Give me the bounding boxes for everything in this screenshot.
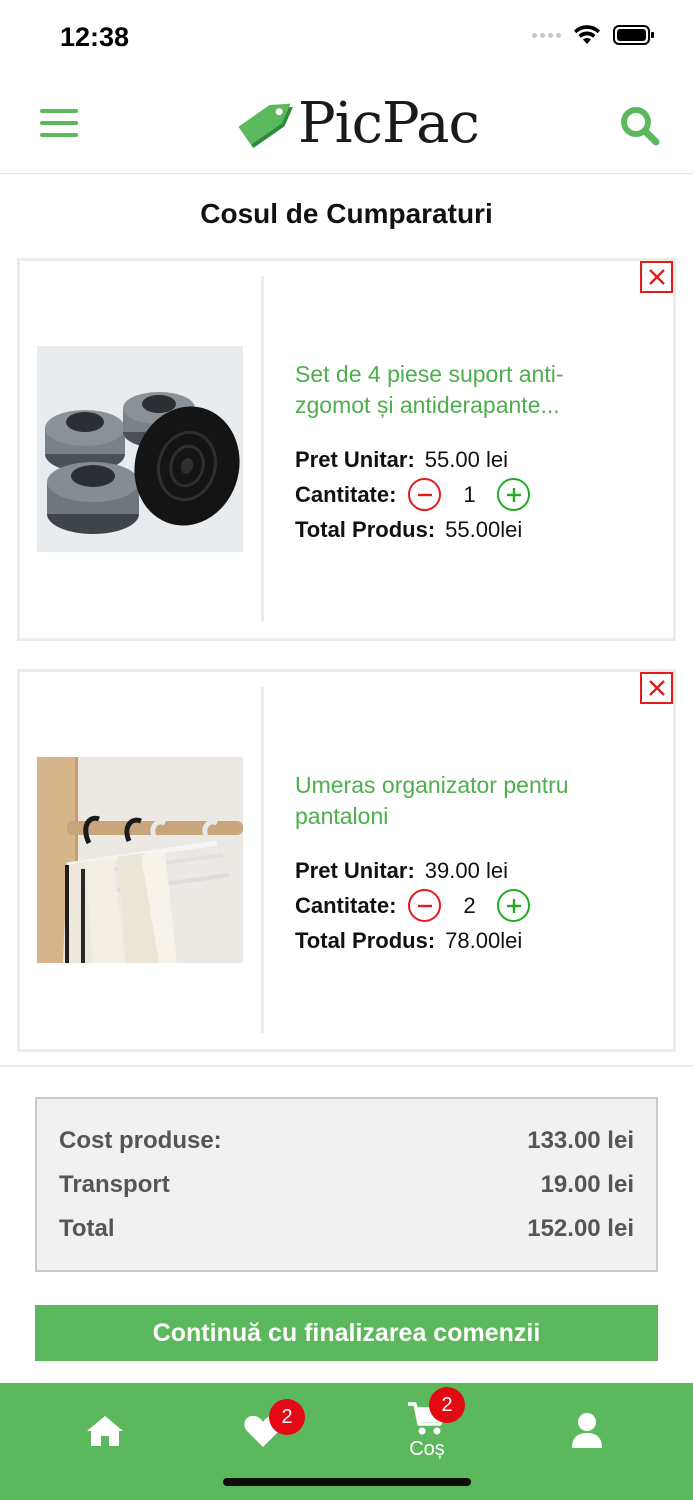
unit-price-label: Pret Unitar: <box>295 446 415 472</box>
product-info: Set de 4 piese suport anti- zgomot și an… <box>295 359 655 547</box>
tab-cart-label: Coș <box>409 1438 445 1460</box>
minus-icon <box>417 904 432 907</box>
tab-favorites[interactable]: 2 <box>203 1383 323 1478</box>
quantity-label: Cantitate: <box>295 481 397 507</box>
home-icon <box>87 1415 123 1446</box>
product-name[interactable]: Set de 4 piese suport anti- zgomot și an… <box>295 359 655 421</box>
cart-item: Umeras organizator pentru pantaloni Pret… <box>17 669 676 1052</box>
unit-price-row: Pret Unitar: 39.00 lei <box>295 853 655 888</box>
products-cost-value: 133.00 lei <box>527 1127 634 1154</box>
battery-icon <box>613 25 654 45</box>
quantity-row: Cantitate: 2 <box>295 888 655 923</box>
total-row: Total 152.00 lei <box>59 1207 634 1251</box>
product-total-label: Total Produs: <box>295 516 436 542</box>
plus-icon <box>506 487 521 502</box>
user-icon <box>572 1412 602 1448</box>
decrease-quantity-button[interactable] <box>408 478 442 511</box>
status-icons <box>532 24 655 46</box>
tab-account[interactable] <box>527 1383 647 1478</box>
search-icon[interactable] <box>619 105 661 147</box>
minus-icon <box>417 493 432 496</box>
favorites-badge: 2 <box>269 1399 305 1435</box>
product-total-row: Total Produs: 78.00lei <box>295 923 655 958</box>
product-total-value: 55.00lei <box>445 516 523 542</box>
signal-icon <box>532 32 561 38</box>
product-total-row: Total Produs: 55.00lei <box>295 512 655 547</box>
unit-price-row: Pret Unitar: 55.00 lei <box>295 442 655 477</box>
remove-item-button[interactable] <box>640 261 673 293</box>
quantity-label: Cantitate: <box>295 892 397 918</box>
quantity-value: 1 <box>463 481 476 507</box>
tab-home[interactable] <box>45 1383 165 1478</box>
tab-cart[interactable]: Coș 2 <box>367 1383 487 1478</box>
menu-icon[interactable] <box>40 109 78 137</box>
unit-price-value: 39.00 lei <box>424 857 508 883</box>
increase-quantity-button[interactable] <box>497 889 531 922</box>
card-divider <box>261 687 264 1033</box>
total-label: Total <box>59 1215 115 1242</box>
product-name-line: Umeras organizator pentru <box>295 772 569 798</box>
quantity-row: Cantitate: 1 <box>295 477 655 512</box>
status-bar: 12:38 <box>0 0 693 75</box>
close-icon <box>648 680 665 696</box>
quantity-value: 2 <box>463 892 476 918</box>
wifi-icon <box>574 25 600 44</box>
product-name[interactable]: Umeras organizator pentru pantaloni <box>295 770 655 832</box>
plus-icon <box>506 898 521 913</box>
increase-quantity-button[interactable] <box>497 478 531 511</box>
unit-price-value: 55.00 lei <box>424 446 508 472</box>
product-name-line: pantaloni <box>295 803 389 829</box>
product-image[interactable] <box>37 757 243 963</box>
product-image[interactable] <box>37 346 243 552</box>
products-cost-label: Cost produse: <box>59 1127 222 1154</box>
logo-text: PicPac <box>298 90 480 156</box>
status-time: 12:38 <box>60 22 130 52</box>
decrease-quantity-button[interactable] <box>408 889 442 922</box>
remove-item-button[interactable] <box>640 672 673 704</box>
app-header: PicPac <box>0 75 693 174</box>
product-total-label: Total Produs: <box>295 927 436 953</box>
transport-value: 19.00 lei <box>540 1171 634 1198</box>
logo[interactable]: PicPac <box>236 87 480 159</box>
home-indicator[interactable] <box>223 1478 471 1486</box>
section-divider <box>0 1065 693 1067</box>
tag-logo-icon <box>238 103 293 149</box>
close-icon <box>648 269 665 285</box>
total-value: 152.00 lei <box>527 1215 634 1242</box>
transport-label: Transport <box>59 1171 170 1198</box>
product-total-value: 78.00lei <box>445 927 523 953</box>
cart-item: Set de 4 piese suport anti- zgomot și an… <box>17 258 676 641</box>
products-cost-row: Cost produse: 133.00 lei <box>59 1119 634 1163</box>
product-name-line: Set de 4 piese suport anti- <box>295 361 564 387</box>
order-summary: Cost produse: 133.00 lei Transport 19.00… <box>35 1097 658 1272</box>
cart-badge: 2 <box>429 1387 465 1423</box>
checkout-button[interactable]: Continuă cu finalizarea comenzii <box>35 1305 658 1361</box>
unit-price-label: Pret Unitar: <box>295 857 415 883</box>
card-divider <box>261 276 264 622</box>
transport-row: Transport 19.00 lei <box>59 1163 634 1207</box>
product-info: Umeras organizator pentru pantaloni Pret… <box>295 770 655 958</box>
page-title: Cosul de Cumparaturi <box>200 198 493 229</box>
product-name-line: zgomot și antiderapante... <box>295 392 560 418</box>
